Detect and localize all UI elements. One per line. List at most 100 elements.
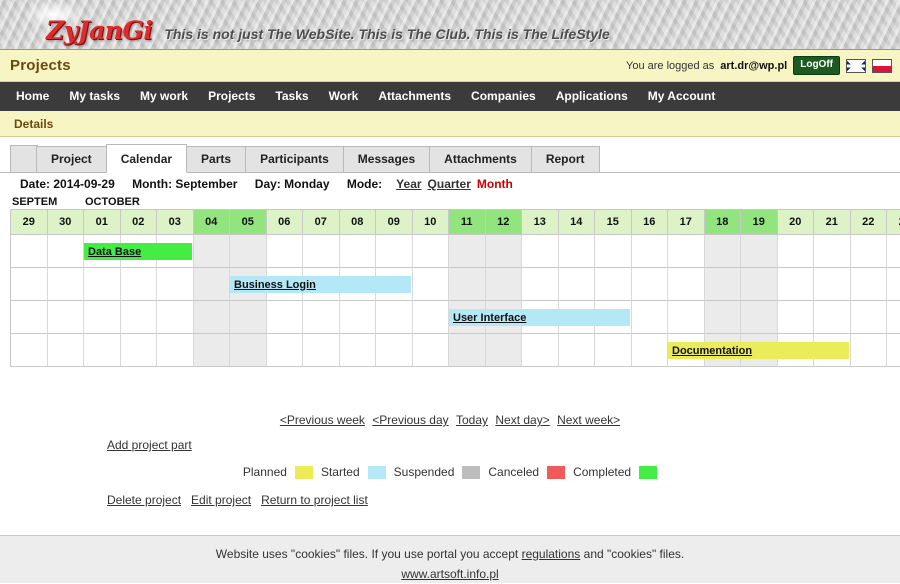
nav-item-my-tasks[interactable]: My tasks (59, 82, 130, 111)
weeknav-next-day[interactable]: Next day> (495, 413, 549, 427)
calendar-cell[interactable] (668, 235, 705, 268)
calendar-cell[interactable] (230, 301, 267, 334)
day-header-05[interactable]: 05 (230, 210, 267, 235)
calendar-cell[interactable] (704, 268, 741, 301)
nav-item-applications[interactable]: Applications (546, 82, 638, 111)
calendar-cell[interactable] (412, 235, 449, 268)
calendar-cell[interactable] (449, 334, 486, 367)
calendar-cell[interactable] (522, 235, 559, 268)
day-header-04[interactable]: 04 (193, 210, 230, 235)
day-header-11[interactable]: 11 (449, 210, 486, 235)
calendar-cell[interactable] (741, 301, 778, 334)
calendar-cell[interactable] (376, 334, 413, 367)
day-header-12[interactable]: 12 (485, 210, 522, 235)
calendar-cell[interactable] (376, 301, 413, 334)
calendar-cell[interactable] (558, 235, 595, 268)
add-project-part-link[interactable]: Add project part (107, 438, 192, 452)
calendar-cell[interactable] (887, 235, 900, 268)
calendar-cell[interactable] (47, 235, 84, 268)
calendar-cell[interactable] (266, 235, 303, 268)
calendar-cell[interactable] (668, 301, 705, 334)
calendar-cell[interactable] (193, 301, 230, 334)
day-header-08[interactable]: 08 (339, 210, 376, 235)
day-header-21[interactable]: 21 (814, 210, 851, 235)
tab-participants[interactable]: Participants (245, 146, 344, 172)
calendar-cell[interactable] (230, 235, 267, 268)
day-header-20[interactable]: 20 (777, 210, 814, 235)
day-header-13[interactable]: 13 (522, 210, 559, 235)
calendar-cell[interactable] (120, 301, 157, 334)
day-header-06[interactable]: 06 (266, 210, 303, 235)
tab-calendar[interactable]: Calendar (105, 144, 188, 173)
task-bar-documentation[interactable]: Documentation (668, 342, 849, 359)
calendar-cell[interactable] (887, 334, 900, 367)
calendar-cell[interactable] (449, 235, 486, 268)
tab-messages[interactable]: Messages (342, 146, 431, 172)
calendar-cell[interactable] (157, 268, 194, 301)
flag-uk-icon[interactable] (846, 58, 866, 73)
calendar-cell[interactable] (11, 301, 48, 334)
day-header-16[interactable]: 16 (631, 210, 668, 235)
calendar-cell[interactable] (485, 334, 522, 367)
calendar-cell[interactable] (850, 268, 887, 301)
calendar-cell[interactable] (485, 235, 522, 268)
calendar-cell[interactable] (850, 301, 887, 334)
calendar-cell[interactable] (704, 301, 741, 334)
calendar-cell[interactable] (522, 268, 559, 301)
day-header-29[interactable]: 29 (11, 210, 48, 235)
flag-poland-icon[interactable] (872, 58, 892, 73)
nav-item-projects[interactable]: Projects (198, 82, 265, 111)
calendar-cell[interactable] (120, 268, 157, 301)
calendar-cell[interactable] (11, 268, 48, 301)
calendar-cell[interactable] (595, 334, 632, 367)
weeknav-next-week[interactable]: Next week> (557, 413, 620, 427)
calendar-cell[interactable] (522, 334, 559, 367)
day-header-23[interactable]: 23 (887, 210, 900, 235)
mode-month[interactable]: Month (477, 177, 513, 191)
day-header-19[interactable]: 19 (741, 210, 778, 235)
weeknav-previous-day[interactable]: <Previous day (372, 413, 448, 427)
calendar-cell[interactable] (777, 235, 814, 268)
site-url-link[interactable]: www.artsoft.info.pl (401, 567, 498, 581)
calendar-cell[interactable] (631, 301, 668, 334)
calendar-cell[interactable] (157, 301, 194, 334)
calendar-cell[interactable] (814, 235, 851, 268)
task-bar-user-interface[interactable]: User Interface (449, 309, 630, 326)
calendar-cell[interactable] (47, 268, 84, 301)
calendar-cell[interactable] (157, 334, 194, 367)
calendar-cell[interactable] (558, 268, 595, 301)
calendar-cell[interactable] (814, 301, 851, 334)
nav-item-my-work[interactable]: My work (130, 82, 198, 111)
day-header-14[interactable]: 14 (558, 210, 595, 235)
tab-attachments[interactable]: Attachments (429, 146, 532, 172)
calendar-cell[interactable] (11, 334, 48, 367)
calendar-cell[interactable] (266, 334, 303, 367)
mode-year[interactable]: Year (396, 177, 421, 191)
weeknav-previous-week[interactable]: <Previous week (280, 413, 365, 427)
calendar-cell[interactable] (631, 268, 668, 301)
calendar-cell[interactable] (887, 268, 900, 301)
calendar-cell[interactable] (595, 235, 632, 268)
mode-quarter[interactable]: Quarter (428, 177, 471, 191)
calendar-cell[interactable] (339, 235, 376, 268)
calendar-cell[interactable] (47, 334, 84, 367)
calendar-cell[interactable] (631, 334, 668, 367)
nav-item-home[interactable]: Home (6, 82, 59, 111)
nav-item-tasks[interactable]: Tasks (265, 82, 318, 111)
day-header-17[interactable]: 17 (668, 210, 705, 235)
calendar-cell[interactable] (303, 235, 340, 268)
day-header-22[interactable]: 22 (850, 210, 887, 235)
day-header-18[interactable]: 18 (704, 210, 741, 235)
edit-project-link[interactable]: Edit project (191, 493, 251, 507)
regulations-link[interactable]: regulations (522, 547, 581, 561)
weeknav-today[interactable]: Today (456, 413, 488, 427)
calendar-cell[interactable] (303, 334, 340, 367)
tab-parts[interactable]: Parts (186, 146, 247, 172)
logoff-button[interactable]: LogOff (793, 56, 840, 75)
day-header-03[interactable]: 03 (157, 210, 194, 235)
tab-project[interactable]: Project (36, 146, 107, 172)
calendar-cell[interactable] (193, 235, 230, 268)
task-bar-business-login[interactable]: Business Login (230, 276, 411, 293)
day-header-02[interactable]: 02 (120, 210, 157, 235)
calendar-cell[interactable] (412, 301, 449, 334)
